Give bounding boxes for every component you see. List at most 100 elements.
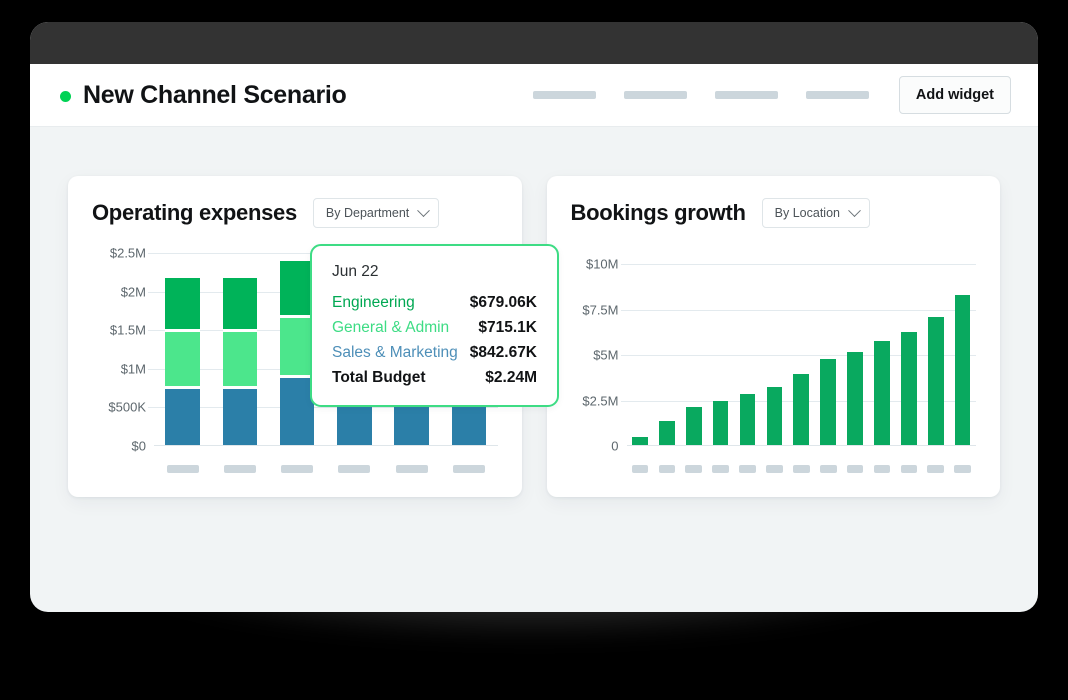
bar-group	[627, 246, 977, 445]
x-label-placeholder	[685, 465, 702, 473]
tooltip-row: Engineering $679.06K	[332, 290, 537, 315]
bar-slot[interactable]	[627, 246, 654, 445]
x-label-slot	[326, 465, 383, 473]
tooltip-row-total: Total Budget $2.24M	[332, 365, 537, 390]
x-label-placeholder	[820, 465, 837, 473]
bar[interactable]	[874, 341, 890, 445]
bar-slot[interactable]	[949, 246, 976, 445]
plot-area	[627, 246, 977, 446]
bar[interactable]	[955, 295, 971, 445]
bar-slot[interactable]	[761, 246, 788, 445]
x-label-placeholder	[901, 465, 918, 473]
x-label-slot	[734, 465, 761, 473]
x-label-slot	[922, 465, 949, 473]
x-label-slot	[949, 465, 976, 473]
x-label-placeholder	[167, 465, 199, 473]
plot-row: $10M $7.5M $5M $2.5M 0	[571, 246, 977, 446]
stacked-bar[interactable]	[165, 278, 199, 445]
bar-slot[interactable]	[869, 246, 896, 445]
dashboard-body: Operating expenses By Department $2.5M $…	[30, 127, 1038, 497]
bar-segment-general-admin	[165, 332, 199, 386]
bar[interactable]	[901, 332, 917, 445]
tooltip-label-engineering: Engineering	[332, 294, 415, 312]
bar-slot[interactable]	[211, 246, 268, 445]
x-label-placeholder	[739, 465, 756, 473]
page-title-group: New Channel Scenario	[60, 81, 347, 110]
add-widget-button[interactable]: Add widget	[899, 76, 1011, 114]
tooltip-value-total-budget: $2.24M	[485, 369, 537, 387]
select-label: By Location	[775, 206, 840, 220]
bar-slot[interactable]	[788, 246, 815, 445]
x-label-placeholder	[281, 465, 313, 473]
nav-placeholder-group	[533, 91, 869, 99]
bar-slot[interactable]	[154, 246, 211, 445]
tooltip-date: Jun 22	[332, 263, 537, 281]
bar-segment-engineering	[223, 278, 257, 329]
x-label-slot	[815, 465, 842, 473]
bar-slot[interactable]	[922, 246, 949, 445]
nav-placeholder-1[interactable]	[533, 91, 596, 99]
y-tick: $5M	[593, 348, 618, 363]
bar-segment-engineering	[165, 278, 199, 329]
x-label-placeholder	[954, 465, 971, 473]
x-label-placeholder	[847, 465, 864, 473]
bar[interactable]	[793, 374, 809, 445]
x-label-placeholder	[396, 465, 428, 473]
status-dot-icon	[60, 91, 71, 102]
bar[interactable]	[632, 437, 648, 445]
tooltip-row: General & Admin $715.1K	[332, 315, 537, 340]
browser-window: New Channel Scenario Add widget Operatin…	[30, 22, 1038, 612]
bar-slot[interactable]	[815, 246, 842, 445]
x-label-placeholder	[874, 465, 891, 473]
nav-placeholder-4[interactable]	[806, 91, 869, 99]
bar[interactable]	[713, 401, 729, 445]
by-location-select[interactable]: By Location	[762, 198, 870, 228]
tooltip-value-engineering: $679.06K	[470, 294, 537, 312]
x-label-placeholder	[632, 465, 649, 473]
bar[interactable]	[847, 352, 863, 445]
bar-slot[interactable]	[707, 246, 734, 445]
bar-slot[interactable]	[734, 246, 761, 445]
x-label-slot	[869, 465, 896, 473]
x-label-placeholder	[766, 465, 783, 473]
y-tick: $2.5M	[582, 393, 618, 408]
x-label-slot	[440, 465, 497, 473]
by-department-select[interactable]: By Department	[313, 198, 439, 228]
nav-placeholder-2[interactable]	[624, 91, 687, 99]
card-title: Bookings growth	[571, 200, 746, 226]
x-label-placeholder	[793, 465, 810, 473]
y-axis-right-chart: $10M $7.5M $5M $2.5M 0	[571, 246, 627, 446]
tooltip-value-general-admin: $715.1K	[478, 319, 537, 337]
bar[interactable]	[686, 407, 702, 445]
x-label-placeholder	[453, 465, 485, 473]
nav-placeholder-3[interactable]	[715, 91, 778, 99]
bar[interactable]	[659, 421, 675, 445]
x-label-slot	[627, 465, 654, 473]
y-tick: $0	[132, 439, 146, 454]
bar-segment-sales-marketing	[223, 389, 257, 445]
x-label-slot	[383, 465, 440, 473]
bar-slot[interactable]	[680, 246, 707, 445]
chevron-down-icon	[848, 204, 861, 217]
tooltip-value-sales-marketing: $842.67K	[470, 344, 537, 362]
bar[interactable]	[820, 359, 836, 445]
bar-slot[interactable]	[653, 246, 680, 445]
bar-segment-general-admin	[223, 332, 257, 386]
stacked-bar[interactable]	[223, 278, 257, 445]
x-label-slot	[707, 465, 734, 473]
bar-slot[interactable]	[895, 246, 922, 445]
bar-slot[interactable]	[842, 246, 869, 445]
tooltip-label-total-budget: Total Budget	[332, 369, 426, 387]
x-label-slot	[788, 465, 815, 473]
operating-expenses-chart: $2.5M $2M $1.5M $1M $500K $0	[92, 246, 498, 473]
x-axis-labels	[627, 465, 977, 473]
bar[interactable]	[767, 387, 783, 445]
card-title: Operating expenses	[92, 200, 297, 226]
bar[interactable]	[928, 317, 944, 445]
bar[interactable]	[740, 394, 756, 445]
y-tick: $1.5M	[110, 323, 146, 338]
y-tick: $500K	[108, 400, 146, 415]
y-tick: $10M	[586, 257, 619, 272]
app-header: New Channel Scenario Add widget	[30, 64, 1038, 127]
x-label-slot	[211, 465, 268, 473]
